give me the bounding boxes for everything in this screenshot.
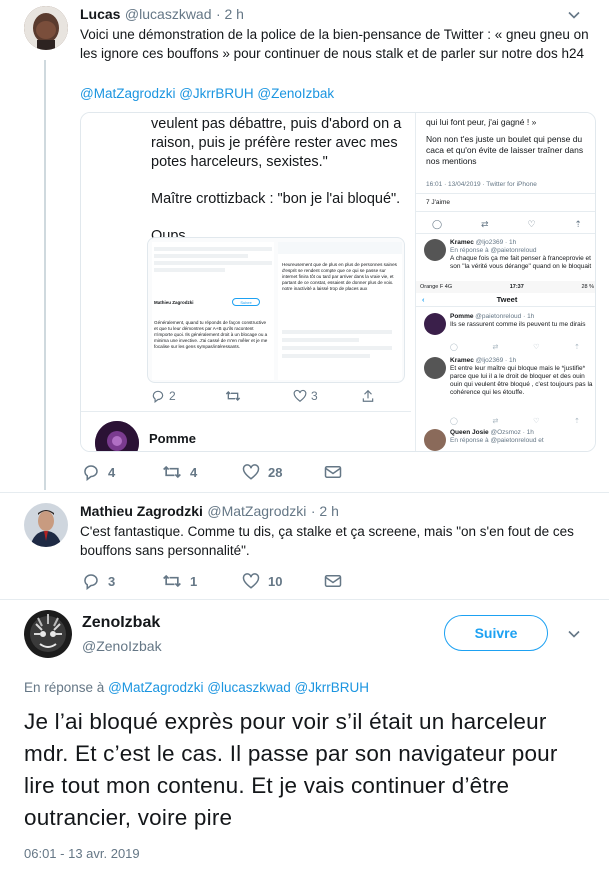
like-button[interactable]: 10	[242, 572, 324, 590]
envelope-icon	[324, 575, 342, 587]
retweet-icon	[163, 574, 181, 588]
author-handle[interactable]: @ZenoIzbak	[82, 638, 162, 654]
mini-author: Mathieu Zagrodzki	[154, 300, 194, 305]
avatar-mathieu[interactable]	[24, 503, 68, 547]
media-text-line: veulent pas débattre, puis d'abord on a	[151, 116, 402, 132]
heart-icon	[242, 464, 260, 480]
reply-button[interactable]: 4	[82, 463, 162, 481]
reply-icon	[152, 390, 164, 403]
chevron-down-icon[interactable]	[567, 627, 581, 641]
avatar-lucas[interactable]	[24, 6, 68, 50]
reply-prefix: En réponse à	[24, 680, 105, 695]
tweet-media-image[interactable]: veulent pas débattre, puis d'abord on a …	[80, 112, 596, 452]
retweet-button[interactable]: 1	[162, 572, 242, 590]
avatar-zenoizbak-image	[24, 610, 72, 658]
tweet-text: Voici une démonstration de la police de …	[80, 27, 589, 61]
share-icon	[362, 389, 374, 402]
like-button[interactable]: 28	[242, 463, 324, 481]
retweet-count: 4	[190, 464, 198, 480]
media-left-screenshot: veulent pas débattre, puis d'abord on a …	[81, 113, 411, 451]
tweet-mentions[interactable]: @MatZagrodzki @JkrrBRUH @ZenoIzbak	[80, 84, 334, 103]
chevron-down-icon[interactable]	[567, 8, 581, 22]
heart-icon	[242, 573, 260, 589]
divider	[0, 492, 609, 493]
author-name[interactable]: Mathieu Zagrodzki	[80, 503, 203, 519]
direct-message-button[interactable]	[324, 464, 350, 480]
reply-button[interactable]: 3	[82, 572, 162, 590]
retweet-count: 1	[190, 573, 198, 589]
reply-count: 4	[108, 464, 116, 480]
divider	[0, 599, 609, 600]
author-name[interactable]: Lucas	[80, 6, 120, 22]
avatar-mathieu-image	[24, 503, 68, 547]
reply-mentions[interactable]: @MatZagrodzki @lucaszkwad @JkrrBRUH	[108, 680, 369, 695]
like-count: 10	[268, 573, 283, 589]
tweet-time[interactable]: · 2 h	[216, 6, 244, 22]
like-count: 28	[268, 464, 283, 480]
avatar-lucas-image	[24, 6, 68, 50]
media-text-line: Maître crottizback : "bon je l'ai bloqué…	[151, 191, 401, 207]
tweet-text: C'est fantastique. Comme tu dis, ça stal…	[80, 524, 574, 558]
avatar-pomme	[95, 421, 139, 451]
author-name[interactable]: ZenoIzbak	[82, 614, 160, 632]
tweet-time[interactable]: · 2 h	[311, 503, 339, 519]
thread-connector-line	[44, 60, 46, 490]
author-handle[interactable]: @MatZagrodzki	[207, 503, 306, 519]
mini-text: Généralement, quand tu réponds de façon …	[154, 320, 268, 349]
tweet-timestamp[interactable]: 06:01 - 13 avr. 2019	[24, 846, 140, 861]
tweet-actions: 3 1 10	[82, 572, 350, 590]
mini-follow: Suivre	[232, 298, 260, 306]
retweet-button[interactable]: 4	[162, 463, 242, 481]
direct-message-button[interactable]	[324, 573, 350, 589]
retweet-icon	[163, 465, 181, 479]
media-right-screenshot: qui lui font peur, j'ai gagné ! » Non no…	[415, 113, 595, 451]
media-text-line: raison, puis je préfère rester avec mes	[151, 135, 398, 151]
retweet-icon	[225, 391, 241, 401]
reply-context: En réponse à @MatZagrodzki @lucaszkwad @…	[24, 680, 369, 695]
reply-count: 3	[108, 573, 116, 589]
author-handle[interactable]: @lucaszkwad	[125, 6, 212, 22]
main-tweet-text: Je l’ai bloqué exprès pour voir s’il éta…	[24, 709, 558, 830]
media-inner-actions: 2 3	[151, 389, 401, 403]
envelope-icon	[324, 466, 342, 478]
media-bottom-name: Pomme	[149, 431, 196, 446]
tweet-actions: 4 4 28	[82, 463, 350, 481]
media-embedded-screenshots: Mathieu Zagrodzki Suivre Généralement, q…	[147, 237, 405, 383]
avatar-zenoizbak[interactable]	[24, 610, 72, 658]
media-text-line: potes harceleurs, sexistes."	[151, 154, 328, 170]
follow-button[interactable]: Suivre	[444, 615, 548, 651]
mini-text-2: Heureusement que de plus en plus de pers…	[282, 262, 397, 291]
heart-icon	[293, 389, 307, 402]
reply-icon	[84, 465, 98, 481]
reply-icon	[84, 574, 98, 590]
